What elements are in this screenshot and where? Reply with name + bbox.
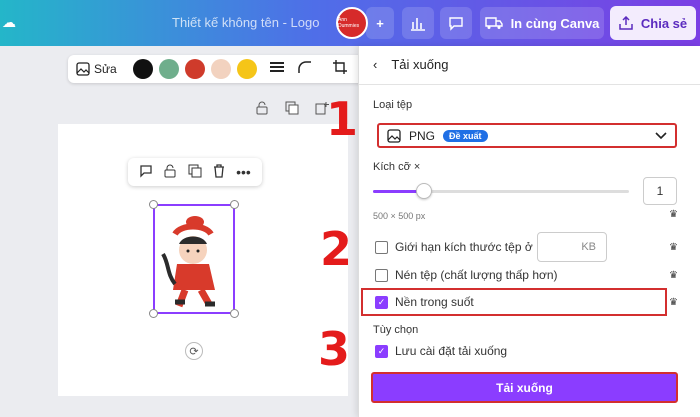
color-swatch[interactable] [158, 59, 179, 79]
cloud-sync-icon: ☁ [2, 14, 16, 30]
duplicate-icon[interactable] [188, 164, 202, 181]
page-actions [254, 101, 330, 117]
top-bar: ☁ Thiết kế không tên - Logo Ann Dummies … [0, 0, 700, 46]
insights-button[interactable] [402, 7, 434, 39]
image-icon [76, 62, 90, 76]
size-input[interactable]: 1 [643, 177, 677, 205]
element-toolbar: ••• [128, 158, 262, 186]
comment-icon [449, 17, 463, 31]
save-settings-label: Lưu cài đặt tải xuống [395, 344, 508, 358]
step-annotation-1: 1 [326, 92, 359, 146]
limit-size-input[interactable]: KB [537, 232, 607, 262]
edit-image-button[interactable]: Sửa [76, 62, 117, 76]
print-with-canva-button[interactable]: In cùng Canva [480, 7, 604, 39]
transparent-bg-label: Nền trong suốt [395, 295, 474, 309]
bar-chart-icon [411, 18, 425, 31]
upload-icon [619, 16, 633, 30]
design-title[interactable]: Thiết kế không tên - Logo [172, 15, 319, 30]
slider-knob[interactable] [416, 183, 433, 199]
file-type-value: PNG [409, 128, 436, 143]
share-button[interactable]: Chia sẻ [610, 6, 696, 40]
avatar[interactable]: Ann Dummies [336, 7, 368, 39]
crop-icon[interactable] [332, 59, 347, 79]
options-label: Tùy chọn [373, 324, 419, 336]
corner-rounding-icon[interactable] [297, 60, 313, 79]
edit-label: Sửa [94, 62, 117, 76]
crown-icon: ♛ [669, 270, 678, 281]
limit-size-checkbox[interactable] [375, 241, 388, 254]
lock-page-icon[interactable] [254, 101, 270, 117]
compress-checkbox[interactable] [375, 269, 388, 282]
color-swatch[interactable] [236, 59, 257, 79]
character-illustration [161, 216, 215, 308]
rotate-icon: ⟳ [189, 345, 199, 358]
trash-icon[interactable] [212, 163, 226, 181]
panel-title: Tải xuống [391, 57, 449, 72]
selected-element[interactable] [153, 204, 235, 314]
panel-header: ‹ Tải xuống [373, 57, 448, 72]
download-button[interactable]: Tải xuống [371, 372, 678, 403]
resize-handle[interactable] [149, 200, 158, 209]
recommended-badge: Đề xuất [443, 129, 488, 142]
comment-add-icon[interactable] [139, 164, 153, 181]
share-label: Chia sẻ [640, 15, 688, 31]
size-slider[interactable] [373, 183, 629, 199]
file-type-select[interactable]: PNG Đề xuất [377, 123, 677, 148]
download-label: Tải xuống [496, 380, 553, 395]
crown-icon: ♛ [669, 209, 678, 220]
plus-icon: + [376, 15, 384, 31]
color-swatch[interactable] [184, 59, 205, 79]
color-swatch[interactable] [132, 59, 153, 79]
print-label: In cùng Canva [510, 15, 600, 31]
transparent-bg-checkbox[interactable]: ✓ [375, 296, 388, 309]
step-annotation-2: 2 [320, 222, 353, 276]
size-label: Kích cỡ × [373, 161, 421, 173]
add-collaborator-button[interactable]: + [366, 7, 394, 39]
kb-unit: KB [581, 241, 596, 253]
dimensions-text: 500 × 500 px [373, 211, 426, 221]
duplicate-page-icon[interactable] [284, 101, 300, 117]
image-icon [387, 128, 401, 143]
compress-label: Nén tệp (chất lượng thấp hơn) [395, 268, 558, 282]
resize-handle[interactable] [230, 309, 239, 318]
download-panel: ‹ Tải xuống Loại tệp PNG Đề xuất Kích cỡ… [358, 46, 700, 417]
line-weight-icon[interactable] [269, 60, 285, 79]
avatar-text: Ann Dummies [338, 17, 360, 29]
crown-icon: ♛ [669, 297, 678, 308]
comments-button[interactable] [440, 7, 472, 39]
resize-handle[interactable] [230, 200, 239, 209]
rotate-handle[interactable]: ⟳ [185, 342, 203, 360]
step-annotation-3: 3 [318, 322, 351, 376]
editor-toolbar: Sửa [68, 55, 368, 83]
save-settings-checkbox[interactable]: ✓ [375, 345, 388, 358]
limit-size-label: Giới hạn kích thước tệp ở [395, 240, 533, 254]
truck-icon [484, 17, 503, 29]
back-chevron-icon[interactable]: ‹ [373, 57, 377, 72]
resize-handle[interactable] [149, 309, 158, 318]
divider [359, 84, 700, 85]
more-options-icon[interactable]: ••• [236, 164, 251, 180]
lock-icon[interactable] [163, 164, 177, 181]
color-swatch[interactable] [210, 59, 231, 79]
file-type-label: Loại tệp [373, 99, 413, 111]
crown-icon: ♛ [669, 242, 678, 253]
chevron-down-icon [655, 129, 667, 143]
